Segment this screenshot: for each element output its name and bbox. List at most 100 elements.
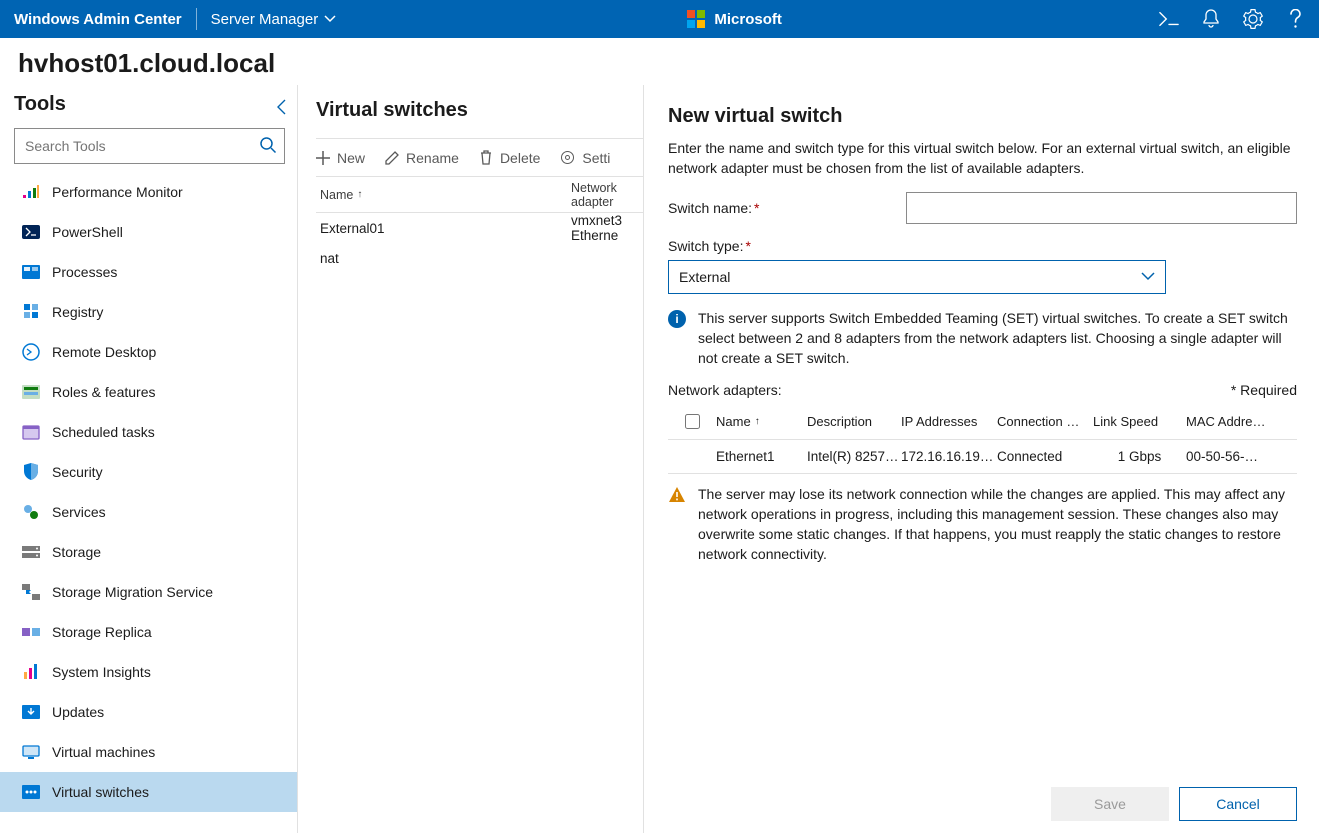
processes-icon [22, 263, 40, 281]
plus-icon [316, 151, 330, 165]
col-network-header[interactable]: Network adapter [571, 181, 643, 209]
panel-intro: Enter the name and switch type for this … [668, 138, 1297, 178]
tool-processes[interactable]: Processes [0, 252, 297, 292]
sort-asc-icon: ↑ [357, 189, 362, 200]
tool-scheduled-tasks[interactable]: Scheduled tasks [0, 412, 297, 452]
settings-icon[interactable] [1243, 9, 1263, 29]
tool-virtual-machines[interactable]: Virtual machines [0, 732, 297, 772]
nav-label: Storage [52, 544, 101, 560]
acol-conn[interactable]: Connection … [997, 414, 1093, 429]
collapse-sidebar-button[interactable] [275, 98, 289, 116]
required-label: * Required [1231, 382, 1297, 398]
col-name-header[interactable]: Name↑ [316, 188, 571, 202]
pencil-icon [385, 151, 399, 165]
header-divider [196, 8, 197, 30]
app-switcher-label: Server Manager [211, 11, 319, 28]
rename-button[interactable]: Rename [385, 150, 459, 166]
tools-search [14, 128, 285, 164]
shield-icon [22, 463, 40, 481]
nav-label: Performance Monitor [52, 184, 183, 200]
nav-label: Virtual switches [52, 784, 149, 800]
table-row[interactable]: nat [316, 243, 643, 273]
nav-label: PowerShell [52, 224, 123, 240]
tools-search-input[interactable] [14, 128, 285, 164]
perfmon-icon [22, 183, 40, 201]
settings-button[interactable]: Setti [560, 150, 610, 166]
services-icon [22, 503, 40, 521]
tool-roles-features[interactable]: Roles & features [0, 372, 297, 412]
search-icon[interactable] [259, 136, 277, 154]
nav-label: System Insights [52, 664, 151, 680]
tools-sidebar: Tools Performance Monitor PowerShell Pro… [0, 85, 298, 833]
notifications-icon[interactable] [1201, 9, 1221, 29]
tool-remote-desktop[interactable]: Remote Desktop [0, 332, 297, 372]
nav-label: Security [52, 464, 103, 480]
switches-list-pane: Virtual switches New Rename Delete Setti… [298, 85, 643, 833]
tool-virtual-switches[interactable]: Virtual switches [0, 772, 297, 812]
acol-ip[interactable]: IP Addresses [901, 414, 997, 429]
tool-storage-migration[interactable]: Storage Migration Service [0, 572, 297, 612]
tool-system-insights[interactable]: System Insights [0, 652, 297, 692]
storage-replica-icon [22, 623, 40, 641]
virtual-switches-icon [22, 783, 40, 801]
console-icon[interactable] [1159, 9, 1179, 29]
switches-table-header: Name↑ Network adapter [316, 177, 643, 213]
chevron-down-icon [1141, 272, 1155, 282]
new-switch-panel: New virtual switch Enter the name and sw… [643, 85, 1319, 833]
tool-services[interactable]: Services [0, 492, 297, 532]
storage-migration-icon [22, 583, 40, 601]
tools-nav[interactable]: Performance Monitor PowerShell Processes… [0, 172, 297, 833]
select-all-checkbox[interactable] [685, 414, 700, 429]
save-button[interactable]: Save [1051, 787, 1169, 821]
tool-storage[interactable]: Storage [0, 532, 297, 572]
updates-icon [22, 703, 40, 721]
system-insights-icon [22, 663, 40, 681]
scheduled-tasks-icon [22, 423, 40, 441]
switch-name-label: Switch name:* [668, 200, 906, 216]
adapter-row[interactable]: Ethernet1 Intel(R) 8257… 172.16.16.19… C… [668, 440, 1297, 474]
acol-mac[interactable]: MAC Addre… [1186, 414, 1297, 429]
nav-label: Storage Migration Service [52, 584, 213, 600]
tool-powershell[interactable]: PowerShell [0, 212, 297, 252]
tool-updates[interactable]: Updates [0, 692, 297, 732]
adapters-label-row: Network adapters: * Required [668, 382, 1297, 398]
cancel-button[interactable]: Cancel [1179, 787, 1297, 821]
switch-type-value: External [679, 269, 730, 285]
tool-performance-monitor[interactable]: Performance Monitor [0, 172, 297, 212]
registry-icon [22, 303, 40, 321]
switch-type-label: Switch type:* [668, 238, 906, 254]
nav-label: Processes [52, 264, 117, 280]
warning-row: The server may lose its network connecti… [668, 484, 1297, 564]
help-icon[interactable] [1285, 9, 1305, 29]
tool-registry[interactable]: Registry [0, 292, 297, 332]
gear-icon [560, 150, 575, 165]
adapters-table-header: Name↑ Description IP Addresses Connectio… [668, 402, 1297, 440]
remote-desktop-icon [22, 343, 40, 361]
new-button[interactable]: New [316, 150, 365, 166]
switch-type-dropdown[interactable]: External [668, 260, 1166, 294]
table-row[interactable]: External01 vmxnet3 Etherne [316, 213, 643, 243]
brand-title[interactable]: Windows Admin Center [14, 11, 182, 28]
acol-desc[interactable]: Description [807, 414, 901, 429]
trash-icon [479, 150, 493, 165]
storage-icon [22, 543, 40, 561]
tool-security[interactable]: Security [0, 452, 297, 492]
command-bar: New Rename Delete Setti [316, 138, 643, 176]
microsoft-grid-icon [687, 10, 705, 28]
nav-label: Registry [52, 304, 103, 320]
delete-button[interactable]: Delete [479, 150, 540, 166]
switch-name-input[interactable] [906, 192, 1297, 224]
virtual-machines-icon [22, 743, 40, 761]
list-title: Virtual switches [316, 99, 643, 122]
panel-footer: Save Cancel [668, 775, 1297, 833]
acol-name[interactable]: Name↑ [716, 414, 807, 429]
app-switcher[interactable]: Server Manager [211, 11, 337, 28]
acol-speed[interactable]: Link Speed [1093, 414, 1186, 429]
tool-storage-replica[interactable]: Storage Replica [0, 612, 297, 652]
nav-label: Roles & features [52, 384, 156, 400]
chevron-down-icon [324, 13, 336, 25]
switches-table: Name↑ Network adapter External01 vmxnet3… [316, 176, 643, 273]
sort-asc-icon: ↑ [755, 416, 760, 427]
nav-label: Virtual machines [52, 744, 155, 760]
warning-text: The server may lose its network connecti… [698, 484, 1297, 564]
